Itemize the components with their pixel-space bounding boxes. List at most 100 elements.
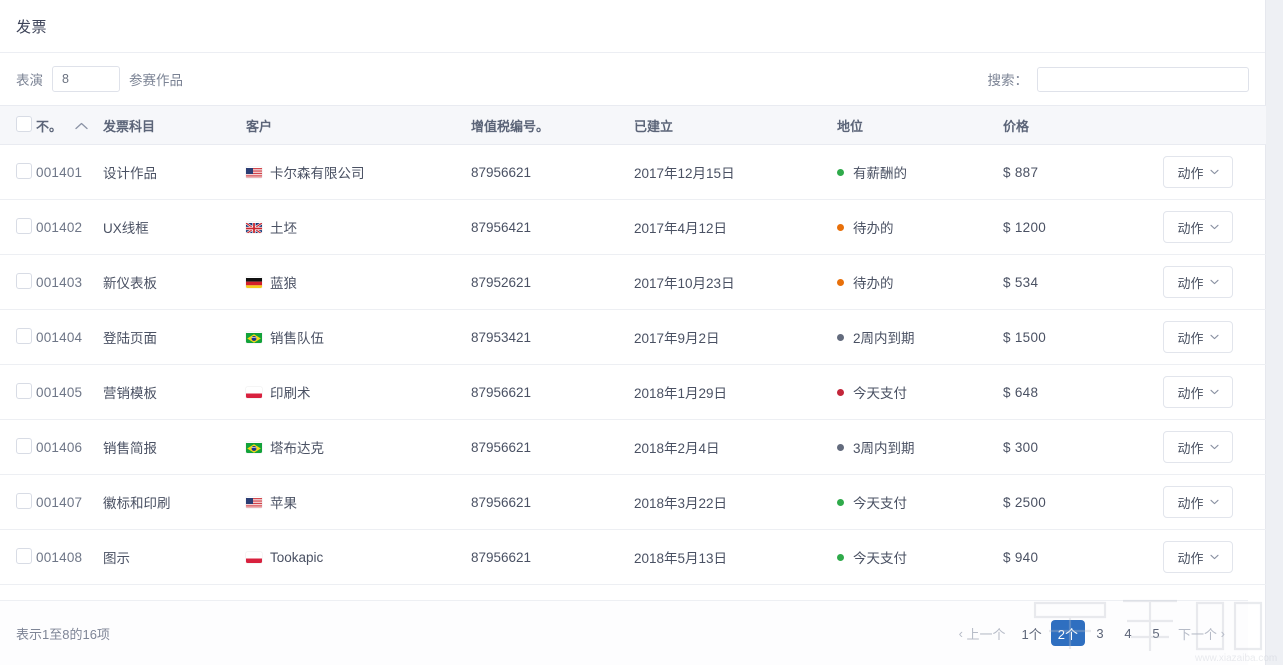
chevron-up-icon — [75, 121, 88, 133]
action-button[interactable]: 动作 — [1163, 266, 1233, 298]
row-checkbox[interactable] — [16, 493, 32, 509]
pagination-page-5[interactable]: 5 — [1143, 620, 1169, 646]
action-button[interactable]: 动作 — [1163, 541, 1233, 573]
pagination-prev[interactable]: ‹ 上一个 — [952, 620, 1013, 646]
header-vat[interactable]: 增值税编号。 — [471, 106, 634, 145]
cell-action[interactable]: 动作 — [1163, 310, 1266, 365]
cell-action[interactable]: 动作 — [1163, 420, 1266, 475]
row-checkbox[interactable] — [16, 273, 32, 289]
chevron-down-icon — [1210, 552, 1219, 563]
cell-client: 蓝狼 — [246, 255, 471, 310]
action-button[interactable]: 动作 — [1163, 431, 1233, 463]
cell-action[interactable]: 动作 — [1163, 475, 1266, 530]
header-no[interactable]: 不。 — [36, 106, 103, 145]
client-name: 土坯 — [270, 217, 297, 237]
cell-no: 001401 — [36, 145, 103, 200]
cell-vat: 87952621 — [471, 255, 634, 310]
row-select-cell[interactable] — [0, 145, 36, 200]
cell-action[interactable]: 动作 — [1163, 255, 1266, 310]
row-checkbox[interactable] — [16, 383, 32, 399]
pagination-page-4[interactable]: 4 — [1115, 620, 1141, 646]
chevron-down-icon — [1210, 387, 1219, 398]
header-status[interactable]: 地位 — [837, 106, 1003, 145]
row-select-cell[interactable] — [0, 475, 36, 530]
table-footer: 表示1至8的16项 ‹ 上一个1个2个345下一个 › — [0, 600, 1248, 665]
header-select-all[interactable] — [0, 106, 36, 145]
search-input[interactable] — [1037, 67, 1249, 92]
cell-action[interactable]: 动作 — [1163, 530, 1266, 585]
cell-price: $ 940 — [1003, 530, 1163, 585]
cell-no: 001402 — [36, 200, 103, 255]
pagination-page-3[interactable]: 3 — [1087, 620, 1113, 646]
table-row[interactable]: 001402UX线框土坯879564212017年4月12日待办的$ 1200动… — [0, 200, 1266, 255]
client-name: 印刷术 — [270, 382, 311, 402]
cell-action[interactable]: 动作 — [1163, 200, 1266, 255]
invoices-card: 发票 表演 参赛作品 搜索： — [0, 0, 1266, 665]
pagination-page-2[interactable]: 2个 — [1051, 620, 1085, 646]
cell-item: 登陆页面 — [103, 310, 246, 365]
flag-icon-us — [246, 497, 262, 508]
action-button[interactable]: 动作 — [1163, 156, 1233, 188]
cell-price: $ 2500 — [1003, 475, 1163, 530]
row-checkbox[interactable] — [16, 218, 32, 234]
cell-item: 设计作品 — [103, 145, 246, 200]
flag-icon-gb — [246, 222, 262, 233]
table-row[interactable]: 001407徽标和印刷苹果879566212018年3月22日今天支付$ 250… — [0, 475, 1266, 530]
select-all-checkbox[interactable] — [16, 116, 32, 132]
action-button[interactable]: 动作 — [1163, 486, 1233, 518]
cell-date: 2018年1月29日 — [634, 365, 837, 420]
status-badge: 3周内到期 — [853, 437, 915, 457]
row-select-cell[interactable] — [0, 530, 36, 585]
status-dot — [837, 554, 844, 561]
table-row[interactable]: 001404登陆页面销售队伍879534212017年9月2日2周内到期$ 15… — [0, 310, 1266, 365]
cell-status: 2周内到期 — [837, 310, 1003, 365]
table-row[interactable]: 001405营销模板印刷术879566212018年1月29日今天支付$ 648… — [0, 365, 1266, 420]
row-select-cell[interactable] — [0, 255, 36, 310]
page-length-input[interactable] — [52, 66, 120, 92]
row-checkbox[interactable] — [16, 438, 32, 454]
row-checkbox[interactable] — [16, 328, 32, 344]
search-label: 搜索： — [988, 69, 1029, 89]
chevron-left-icon: ‹ — [959, 626, 963, 641]
table-row[interactable]: 001408图示Tookapic879566212018年5月13日今天支付$ … — [0, 530, 1266, 585]
status-dot — [837, 279, 844, 286]
status-dot — [837, 334, 844, 341]
row-checkbox[interactable] — [16, 163, 32, 179]
cell-date: 2017年4月12日 — [634, 200, 837, 255]
header-price[interactable]: 价格 — [1003, 106, 1163, 145]
action-button[interactable]: 动作 — [1163, 376, 1233, 408]
flag-icon-br — [246, 332, 262, 343]
cell-status: 有薪酬的 — [837, 145, 1003, 200]
cell-action[interactable]: 动作 — [1163, 365, 1266, 420]
action-button-label: 动作 — [1177, 328, 1203, 347]
cell-no: 001403 — [36, 255, 103, 310]
header-date[interactable]: 已建立 — [634, 106, 837, 145]
table-row[interactable]: 001401设计作品卡尔森有限公司879566212017年12月15日有薪酬的… — [0, 145, 1266, 200]
header-client[interactable]: 客户 — [246, 106, 471, 145]
chevron-down-icon — [1210, 332, 1219, 343]
cell-action[interactable]: 动作 — [1163, 145, 1266, 200]
cell-date: 2017年10月23日 — [634, 255, 837, 310]
flag-icon-us — [246, 167, 262, 178]
row-select-cell[interactable] — [0, 365, 36, 420]
action-button[interactable]: 动作 — [1163, 321, 1233, 353]
table-row[interactable]: 001406销售简报塔布达克879566212018年2月4日3周内到期$ 30… — [0, 420, 1266, 475]
pagination-page-1[interactable]: 1个 — [1015, 620, 1049, 646]
row-checkbox[interactable] — [16, 548, 32, 564]
pagination-next[interactable]: 下一个 › — [1171, 620, 1232, 646]
client-name: 塔布达克 — [270, 437, 324, 457]
action-button[interactable]: 动作 — [1163, 211, 1233, 243]
table-row[interactable]: 001403新仪表板蓝狼879526212017年10月23日待办的$ 534动… — [0, 255, 1266, 310]
row-select-cell[interactable] — [0, 310, 36, 365]
row-select-cell[interactable] — [0, 420, 36, 475]
header-item[interactable]: 发票科目 — [103, 106, 246, 145]
chevron-down-icon — [1210, 167, 1219, 178]
cell-status: 待办的 — [837, 200, 1003, 255]
client-name: 苹果 — [270, 492, 297, 512]
pagination-prev-label: 上一个 — [967, 624, 1006, 643]
action-button-label: 动作 — [1177, 438, 1203, 457]
cell-item: 新仪表板 — [103, 255, 246, 310]
client-name: 销售队伍 — [270, 327, 324, 347]
client-name: 蓝狼 — [270, 272, 297, 292]
row-select-cell[interactable] — [0, 200, 36, 255]
